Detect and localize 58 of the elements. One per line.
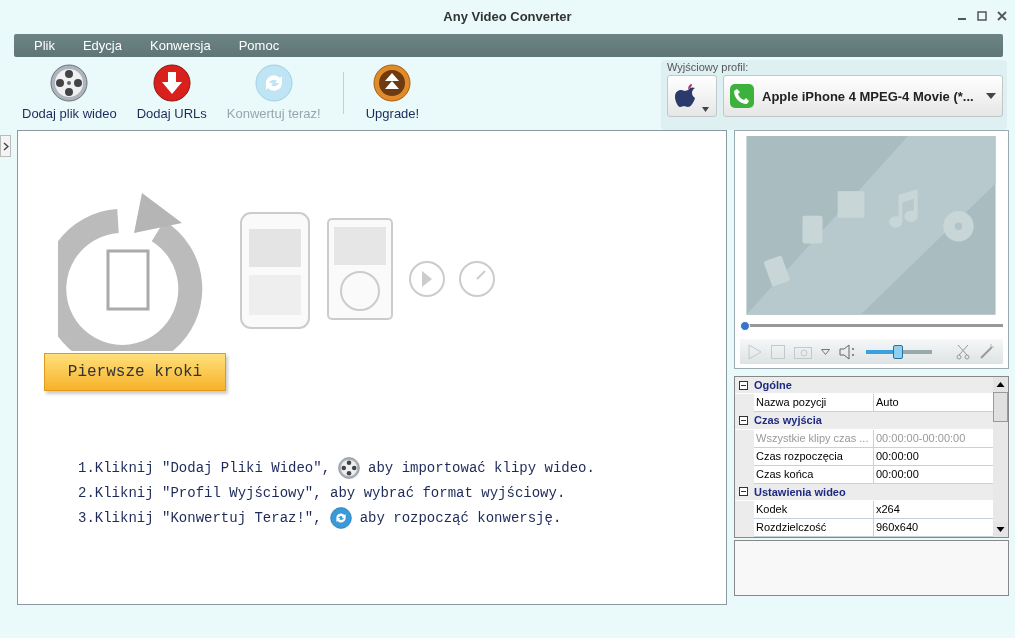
- window-title: Any Video Converter: [443, 8, 572, 24]
- volume-handle[interactable]: [893, 344, 904, 359]
- group-title: Ustawienia wideo: [754, 485, 846, 498]
- step-text: aby importować klipy wideo.: [368, 460, 595, 476]
- menu-item[interactable]: Konwersja: [142, 38, 231, 53]
- expand-panel-button[interactable]: [0, 135, 11, 157]
- menu-item[interactable]: Plik: [26, 38, 75, 53]
- scrollbar-thumb[interactable]: [993, 392, 1008, 422]
- device-dropdown[interactable]: [667, 75, 717, 117]
- property-value[interactable]: Auto: [874, 394, 993, 412]
- step-text: Kliknij "Profil Wyjściowy", aby wybrać format wyjściowy.: [94, 485, 566, 501]
- property-name: Kodek: [754, 501, 874, 518]
- close-icon[interactable]: [997, 11, 1007, 21]
- step-number: 2.: [78, 485, 95, 501]
- property-value[interactable]: 00:00:00: [874, 447, 993, 465]
- convert-icon: [254, 64, 293, 102]
- step-text: Kliknij "Dodaj Pliki Wideo",: [94, 460, 331, 476]
- magic-wand-icon[interactable]: [979, 343, 995, 360]
- download-icon: [152, 64, 191, 102]
- property-name: Czas końca: [754, 465, 874, 483]
- profile-dropdown[interactable]: Apple iPhone 4 MPEG-4 Movie (*...: [723, 75, 1003, 117]
- volume-slider[interactable]: [866, 344, 932, 359]
- menu-item[interactable]: Pomoc: [230, 38, 300, 53]
- film-reel-icon: [338, 457, 361, 479]
- property-value[interactable]: 00:00:00: [874, 465, 993, 483]
- collapse-icon[interactable]: [739, 487, 748, 497]
- film-reel-icon: [50, 64, 89, 102]
- toolbar-button[interactable]: Dodaj URLs: [132, 60, 211, 125]
- property-name: Wszystkie klipy czas ...: [754, 429, 874, 447]
- speaker-icon[interactable]: [839, 343, 857, 360]
- phone-icon: [730, 84, 754, 108]
- group-title: Ogólne: [754, 379, 792, 392]
- upgrade-icon: [373, 64, 412, 102]
- property-value[interactable]: 960x640: [874, 519, 993, 536]
- step-number: 1.: [78, 460, 95, 476]
- menu-item[interactable]: Edycja: [74, 38, 142, 53]
- caret-icon[interactable]: [821, 348, 830, 355]
- toolbar-button[interactable]: Dodaj plik wideo: [18, 60, 121, 125]
- property-name: Rozdzielczość: [754, 519, 874, 536]
- convert-icon: [329, 507, 352, 529]
- seek-handle[interactable]: [740, 320, 750, 331]
- step-text: aby rozpocząć konwersję.: [359, 510, 562, 526]
- collapse-icon[interactable]: [739, 380, 748, 390]
- chevron-right-icon: [2, 141, 9, 151]
- toolbar-button[interactable]: Upgrade!: [361, 60, 424, 125]
- property-name: Nazwa pozycji: [754, 394, 874, 412]
- property-name: Czas rozpoczęcia: [754, 447, 874, 465]
- seek-bar[interactable]: [740, 320, 1003, 331]
- getting-started-button[interactable]: Pierwsze kroki: [44, 353, 226, 391]
- collapse-icon[interactable]: [739, 416, 748, 425]
- caret-icon: [986, 93, 996, 99]
- group-title: Czas wyjścia: [754, 414, 822, 427]
- maximize-icon[interactable]: [977, 11, 987, 21]
- profile-label: Wyjściowy profil:: [667, 61, 750, 73]
- step-text: Kliknij "Konwertuj Teraz!",: [94, 510, 322, 526]
- property-value[interactable]: x264: [874, 501, 993, 518]
- step-number: 3.: [78, 510, 95, 526]
- caret-icon: [702, 107, 709, 112]
